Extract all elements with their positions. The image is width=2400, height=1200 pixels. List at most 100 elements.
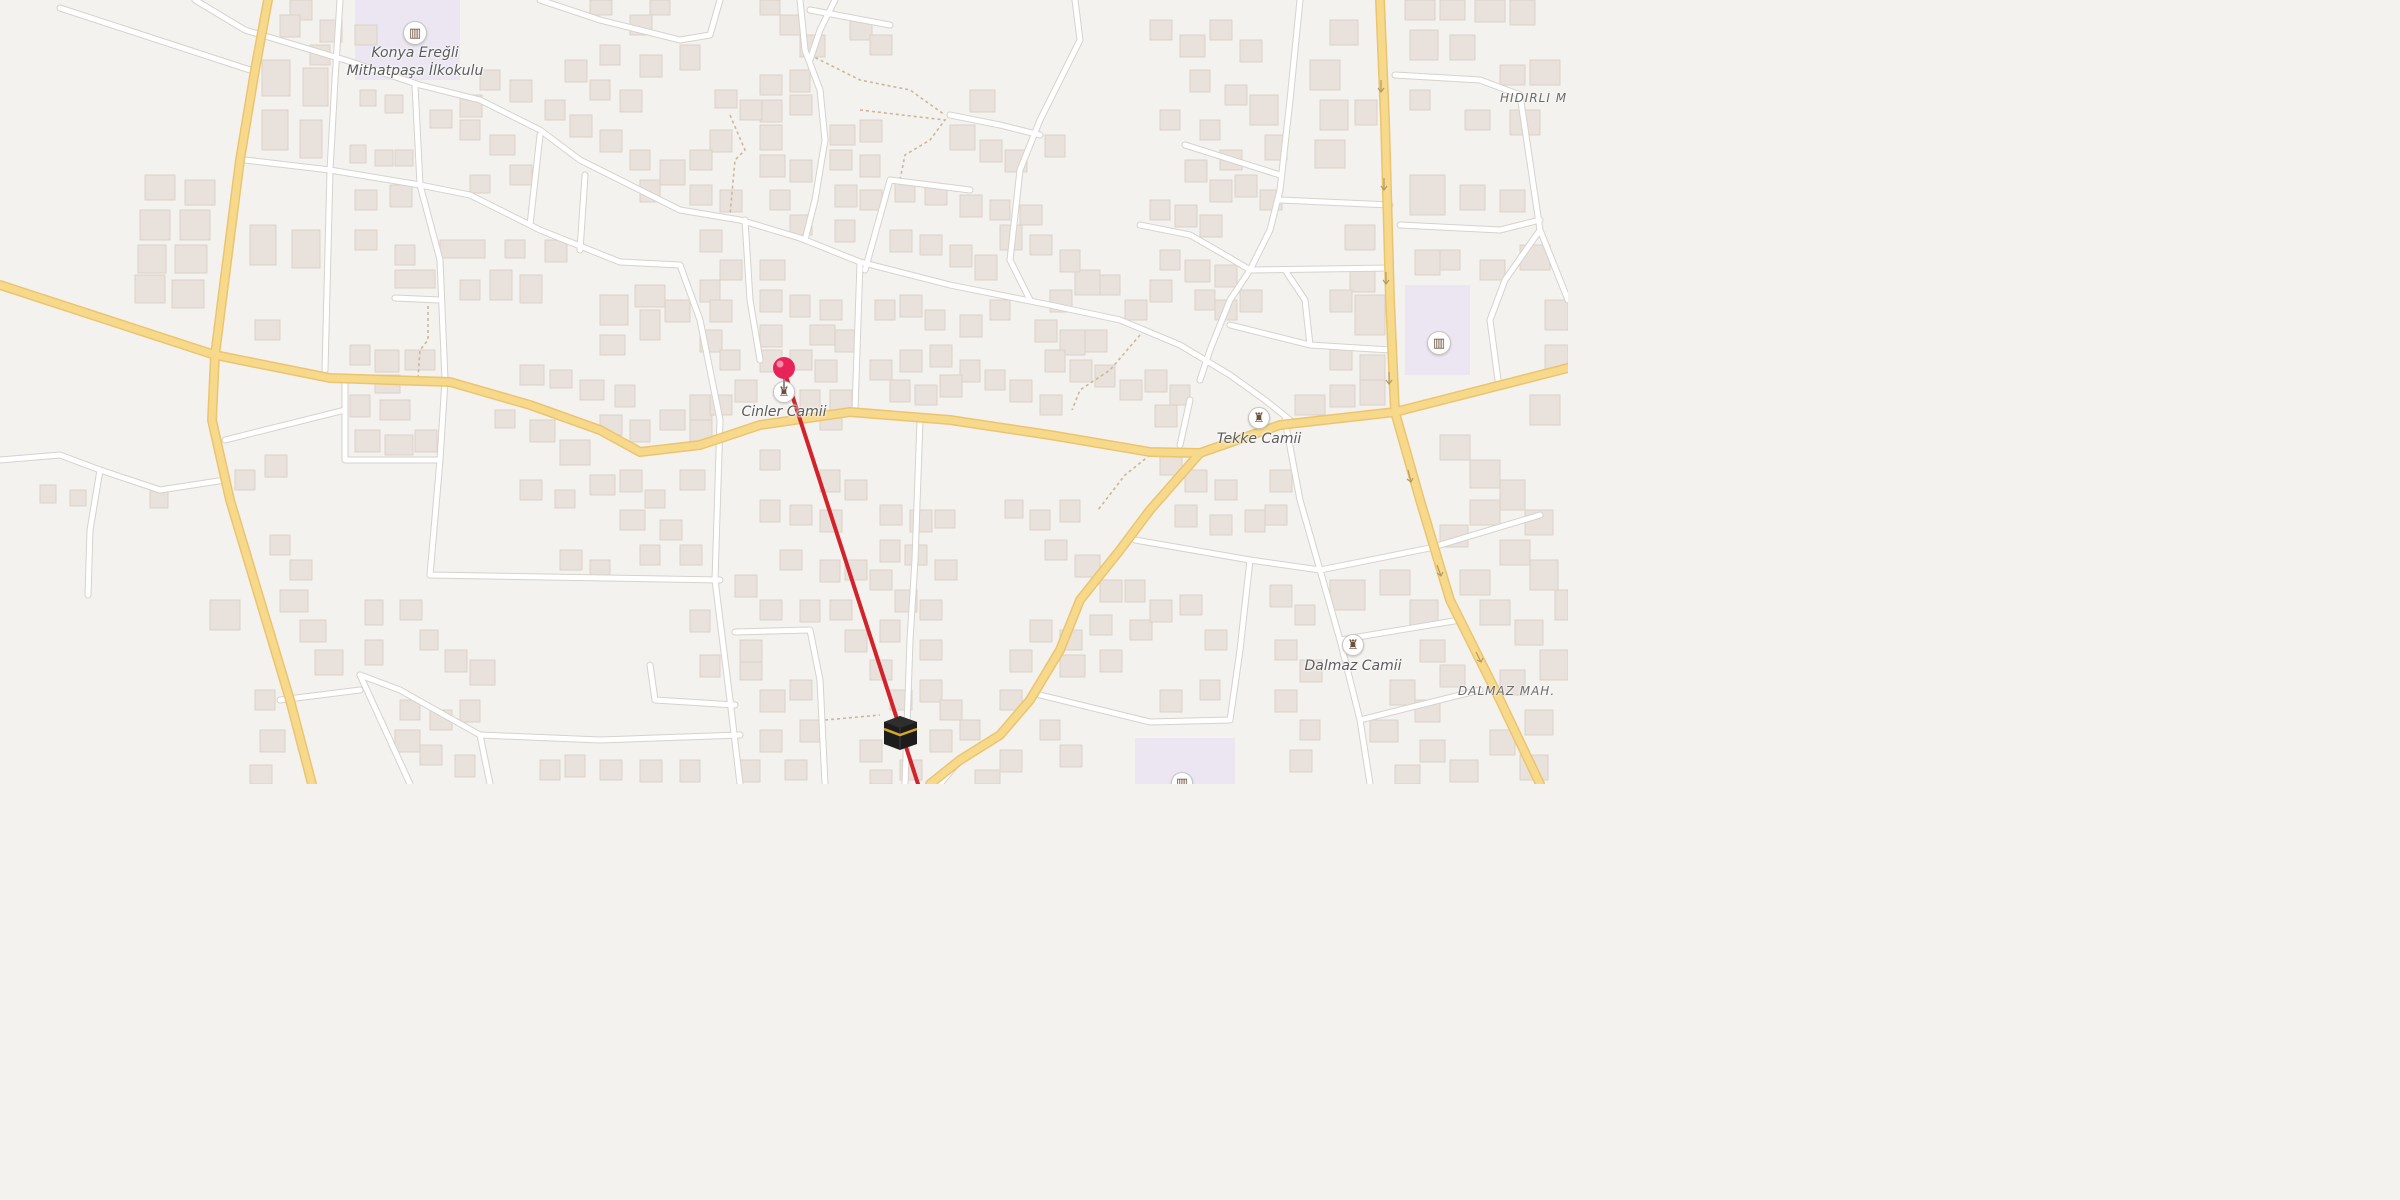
building [1059, 744, 1083, 768]
building [1249, 94, 1279, 126]
building [519, 364, 545, 386]
building [769, 189, 791, 211]
building [544, 99, 566, 121]
building [789, 504, 813, 526]
building [959, 314, 983, 338]
building [869, 359, 893, 381]
building [1389, 679, 1416, 706]
building [1044, 349, 1066, 373]
building [1344, 224, 1376, 251]
building [1069, 359, 1093, 383]
building [249, 764, 273, 784]
building [564, 754, 586, 778]
building [1529, 394, 1561, 426]
building [734, 379, 758, 403]
building [1354, 294, 1386, 336]
mosque-icon[interactable]: ♜ [1342, 634, 1364, 656]
building [1469, 459, 1501, 489]
building [1099, 274, 1121, 296]
building [719, 189, 743, 213]
building [649, 0, 671, 16]
building [739, 99, 763, 121]
building [834, 219, 856, 243]
building [939, 699, 963, 721]
building [279, 14, 301, 38]
building [1159, 109, 1181, 131]
mosque-icon[interactable]: ♜ [1248, 407, 1270, 429]
building [759, 449, 781, 471]
map-canvas[interactable]: ▥ Konya Ereğli Mithatpaşa İlkokulu ♜ Cin… [0, 0, 1568, 784]
building [394, 244, 416, 266]
building [1449, 759, 1479, 783]
school-icon[interactable]: ▥ [403, 21, 427, 45]
building [1499, 189, 1526, 213]
building [619, 469, 643, 493]
school-icon[interactable]: ▥ [1427, 331, 1451, 355]
building [1394, 764, 1421, 784]
mosque-icon[interactable]: ♜ [773, 381, 795, 403]
building [879, 619, 901, 643]
building [709, 299, 733, 323]
building [934, 559, 958, 581]
building [1084, 329, 1108, 353]
building [599, 129, 623, 153]
building [984, 369, 1006, 391]
building [874, 299, 896, 321]
building [1099, 579, 1123, 603]
building [659, 409, 686, 431]
building [459, 699, 481, 723]
building [899, 349, 923, 373]
building [69, 489, 87, 507]
building [619, 509, 646, 531]
building [949, 124, 976, 151]
building [739, 639, 763, 663]
building [1329, 384, 1356, 408]
building [444, 649, 468, 673]
building [789, 94, 813, 116]
building [1009, 649, 1033, 673]
building [819, 559, 841, 583]
school-name-line2: Mithatpaşa İlkokulu [346, 63, 484, 79]
dalmaz-camii-label[interactable]: Dalmaz Camii [1304, 657, 1401, 675]
building [544, 239, 568, 263]
building [454, 754, 476, 778]
building [1199, 119, 1221, 141]
building [1269, 469, 1293, 493]
building [619, 89, 643, 113]
building [1529, 59, 1561, 86]
building [1274, 639, 1298, 661]
building [1479, 259, 1506, 281]
building [419, 744, 443, 766]
building [354, 189, 378, 211]
building [1029, 234, 1053, 256]
building [689, 149, 713, 171]
street [392, 295, 443, 303]
building [714, 89, 738, 109]
building [1214, 479, 1238, 501]
building [1059, 249, 1081, 273]
building [974, 769, 1001, 784]
building [1319, 99, 1349, 131]
building [919, 679, 943, 703]
building [399, 599, 423, 621]
building [1419, 639, 1446, 663]
building [759, 689, 786, 713]
building [1179, 34, 1206, 58]
tekke-camii-label[interactable]: Tekke Camii [1217, 430, 1302, 448]
building [1124, 299, 1148, 321]
building [589, 79, 611, 101]
building [1499, 479, 1526, 511]
building [914, 384, 938, 406]
cinler-camii-label[interactable]: Cinler Camii [741, 403, 826, 421]
building [264, 454, 288, 478]
school-label[interactable]: Konya Ereğli Mithatpaşa İlkokulu [347, 44, 484, 80]
building [929, 344, 953, 368]
building [599, 294, 629, 326]
building [759, 599, 783, 621]
building [679, 44, 701, 71]
building [859, 189, 883, 211]
building [1029, 619, 1053, 643]
building [789, 679, 813, 701]
building [519, 274, 543, 304]
building [39, 484, 57, 504]
